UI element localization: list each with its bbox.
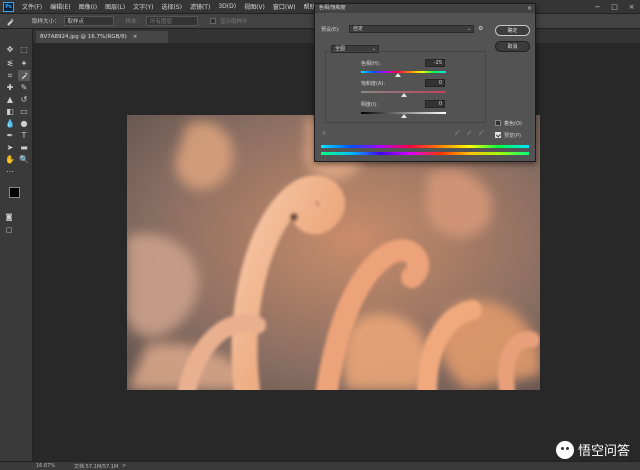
watermark: 悟空问答 <box>555 440 630 459</box>
screen-mode-icon[interactable]: ▢ <box>3 225 15 236</box>
dialog-title: 色相/饱和度 <box>319 5 346 11</box>
preview-label: 预览(P) <box>504 133 521 139</box>
watermark-text: 悟空问答 <box>577 444 630 459</box>
eyedropper-tool-icon[interactable] <box>4 16 16 27</box>
shape-tool-icon[interactable]: ▬ <box>18 142 30 153</box>
lightness-slider-thumb[interactable] <box>400 114 407 118</box>
menu-view[interactable]: 视图(V) <box>240 2 269 11</box>
hue-slider-thumb[interactable] <box>394 73 401 77</box>
colorize-label: 着色(O) <box>504 121 522 127</box>
magic-wand-tool-icon[interactable]: ✦ <box>18 58 30 69</box>
menu-filter[interactable]: 滤镜(T) <box>186 2 214 11</box>
saturation-input[interactable]: 0 <box>425 79 445 87</box>
menu-select[interactable]: 选择(S) <box>157 2 186 11</box>
move-tool-icon[interactable]: ✥ <box>4 44 16 55</box>
maximize-icon[interactable]: □ <box>606 0 623 14</box>
dodge-tool-icon[interactable]: ● <box>18 118 30 129</box>
show-ring-checkbox[interactable] <box>210 18 217 24</box>
lightness-input[interactable]: 0 <box>425 100 445 108</box>
status-bar: 16.67% 文档:57.1M/57.1M > <box>0 461 640 470</box>
sample-select[interactable]: 所有图层 <box>146 16 199 26</box>
preset-select[interactable]: 自定 ⌄ <box>349 25 474 33</box>
preset-label: 预设(E): <box>321 27 340 33</box>
chevron-down-icon: ⌄ <box>466 26 471 32</box>
watermark-logo-icon <box>555 440 574 459</box>
crop-tool-icon[interactable]: ⌗ <box>4 70 16 81</box>
saturation-label: 饱和度(A): <box>361 81 386 87</box>
eyedropper-icon[interactable]: ⟋ <box>455 130 459 138</box>
hue-saturation-dialog: 色相/饱和度 × 预设(E): 自定 ⌄ ⚙ 确定 取消 全图 ⌄ 色相(H):… <box>314 3 536 162</box>
type-tool-icon[interactable]: T <box>18 130 30 141</box>
eyedropper-selected-icon[interactable] <box>18 70 30 81</box>
ok-button[interactable]: 确定 <box>495 25 530 36</box>
photoshop-logo: Ps <box>3 1 14 12</box>
pen-tool-icon[interactable]: ✒ <box>4 130 16 141</box>
sample-size-label: 取样大小： <box>32 19 60 25</box>
close-window-icon[interactable]: × <box>623 0 640 14</box>
marquee-tool-icon[interactable]: ⬚ <box>18 44 30 55</box>
menu-window[interactable]: 窗口(W) <box>269 2 300 11</box>
eyedropper-plus-icon[interactable]: ⟋ <box>467 130 471 138</box>
document-size: 文档:57.1M/57.1M <box>74 464 119 470</box>
history-brush-tool-icon[interactable]: ↺ <box>18 94 30 105</box>
menu-edit[interactable]: 编辑(E) <box>46 2 74 11</box>
quick-mask-icon[interactable]: ◙ <box>3 212 15 223</box>
dialog-title-bar[interactable]: 色相/饱和度 × <box>315 4 535 13</box>
saturation-slider-thumb[interactable] <box>400 93 407 97</box>
stamp-tool-icon[interactable]: ▲ <box>4 94 16 105</box>
menu-type[interactable]: 文字(Y) <box>129 2 157 11</box>
blur-tool-icon[interactable]: 💧 <box>4 118 16 129</box>
brush-tool-icon[interactable]: ✎ <box>18 82 30 93</box>
show-ring-label: 显示取样环 <box>220 19 248 25</box>
preset-options-gear-icon[interactable]: ⚙ <box>478 25 483 32</box>
more-tools-icon[interactable]: ⋯ <box>4 166 16 177</box>
document-tab[interactable]: 8V7A8924.jpg @ 16.7%(RGB/8) × <box>36 31 168 43</box>
spot-healing-tool-icon[interactable]: ✚ <box>4 82 16 93</box>
eyedropper-minus-icon[interactable]: ⟋ <box>479 130 483 138</box>
sample-label: 样本： <box>125 19 143 25</box>
output-color-bar <box>321 152 529 155</box>
hue-input[interactable]: -25 <box>425 59 445 67</box>
preview-checkbox[interactable] <box>495 132 501 138</box>
tab-close-icon[interactable]: × <box>133 34 138 40</box>
cancel-button[interactable]: 取消 <box>495 41 530 52</box>
menu-layer[interactable]: 图层(L) <box>101 2 129 11</box>
sample-size-select[interactable]: 取样点 <box>63 16 114 26</box>
toolbox: ✥ ⬚ ᓬ ✦ ⌗ ✚ ✎ ▲ ↺ ◧ ▭ 💧 ● ✒ T ➤ ▬ ✋ 🔍 ⋯ … <box>0 29 33 461</box>
zoom-readout[interactable]: 16.67% <box>36 463 55 469</box>
menu-image[interactable]: 图像(I) <box>75 2 101 11</box>
hue-slider-track[interactable] <box>361 71 446 73</box>
eraser-tool-icon[interactable]: ◧ <box>4 106 16 117</box>
colorize-checkbox[interactable] <box>495 120 501 126</box>
menu-file[interactable]: 文件(F) <box>18 2 46 11</box>
foreground-color-swatch[interactable] <box>9 187 20 198</box>
status-menu-arrow[interactable]: > <box>122 463 126 469</box>
path-select-tool-icon[interactable]: ➤ <box>4 142 16 153</box>
hand-tool-icon[interactable]: ✋ <box>4 154 16 165</box>
menu-3d[interactable]: 3D(D) <box>214 3 240 10</box>
lasso-tool-icon[interactable]: ᓬ <box>4 58 16 69</box>
gradient-tool-icon[interactable]: ▭ <box>18 106 30 117</box>
lightness-label: 明度(I): <box>361 102 379 108</box>
hue-label: 色相(H): <box>361 61 381 67</box>
targeted-adjustment-hand-icon[interactable]: ☝ <box>322 130 326 137</box>
preset-value: 自定 <box>353 26 364 32</box>
minimize-icon[interactable]: − <box>589 0 606 14</box>
document-tab-label: 8V7A8924.jpg @ 16.7%(RGB/8) <box>40 34 127 40</box>
window-controls: − □ × <box>589 0 640 14</box>
dialog-close-icon[interactable]: × <box>527 4 532 13</box>
zoom-tool-icon[interactable]: 🔍 <box>18 154 30 165</box>
input-color-bar <box>321 145 529 148</box>
